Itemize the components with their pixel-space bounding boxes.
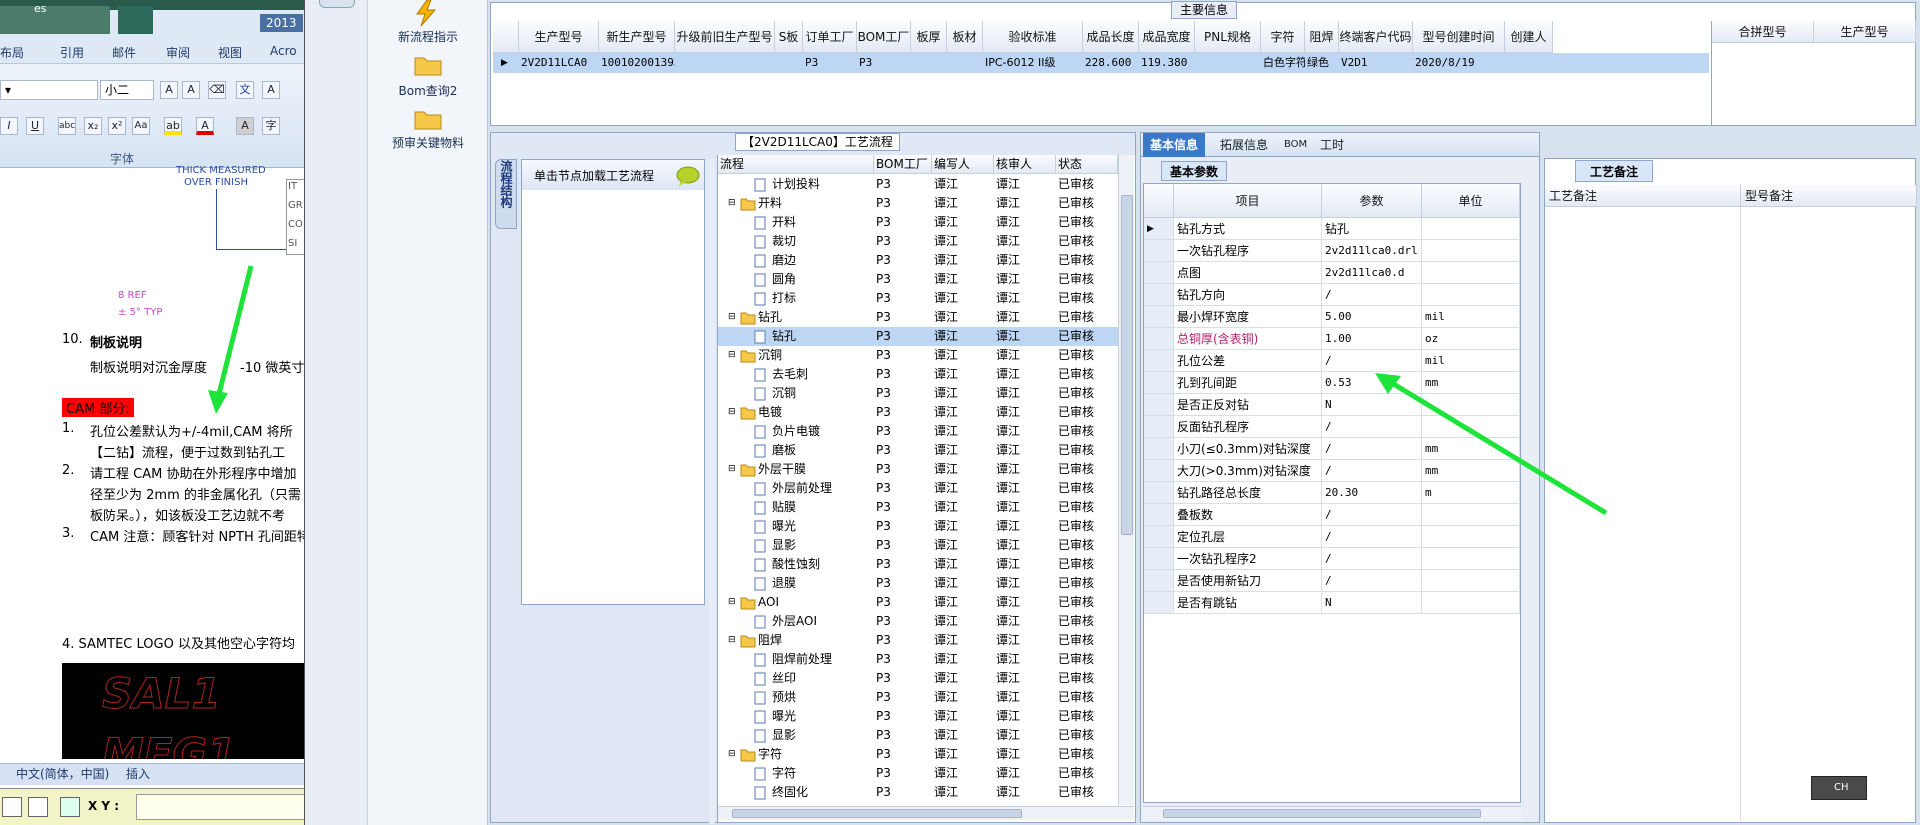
annotation-arrow-down — [208, 265, 254, 414]
annotation-overlay — [208, 265, 1608, 516]
annotation-arrow-left — [1375, 373, 1608, 516]
